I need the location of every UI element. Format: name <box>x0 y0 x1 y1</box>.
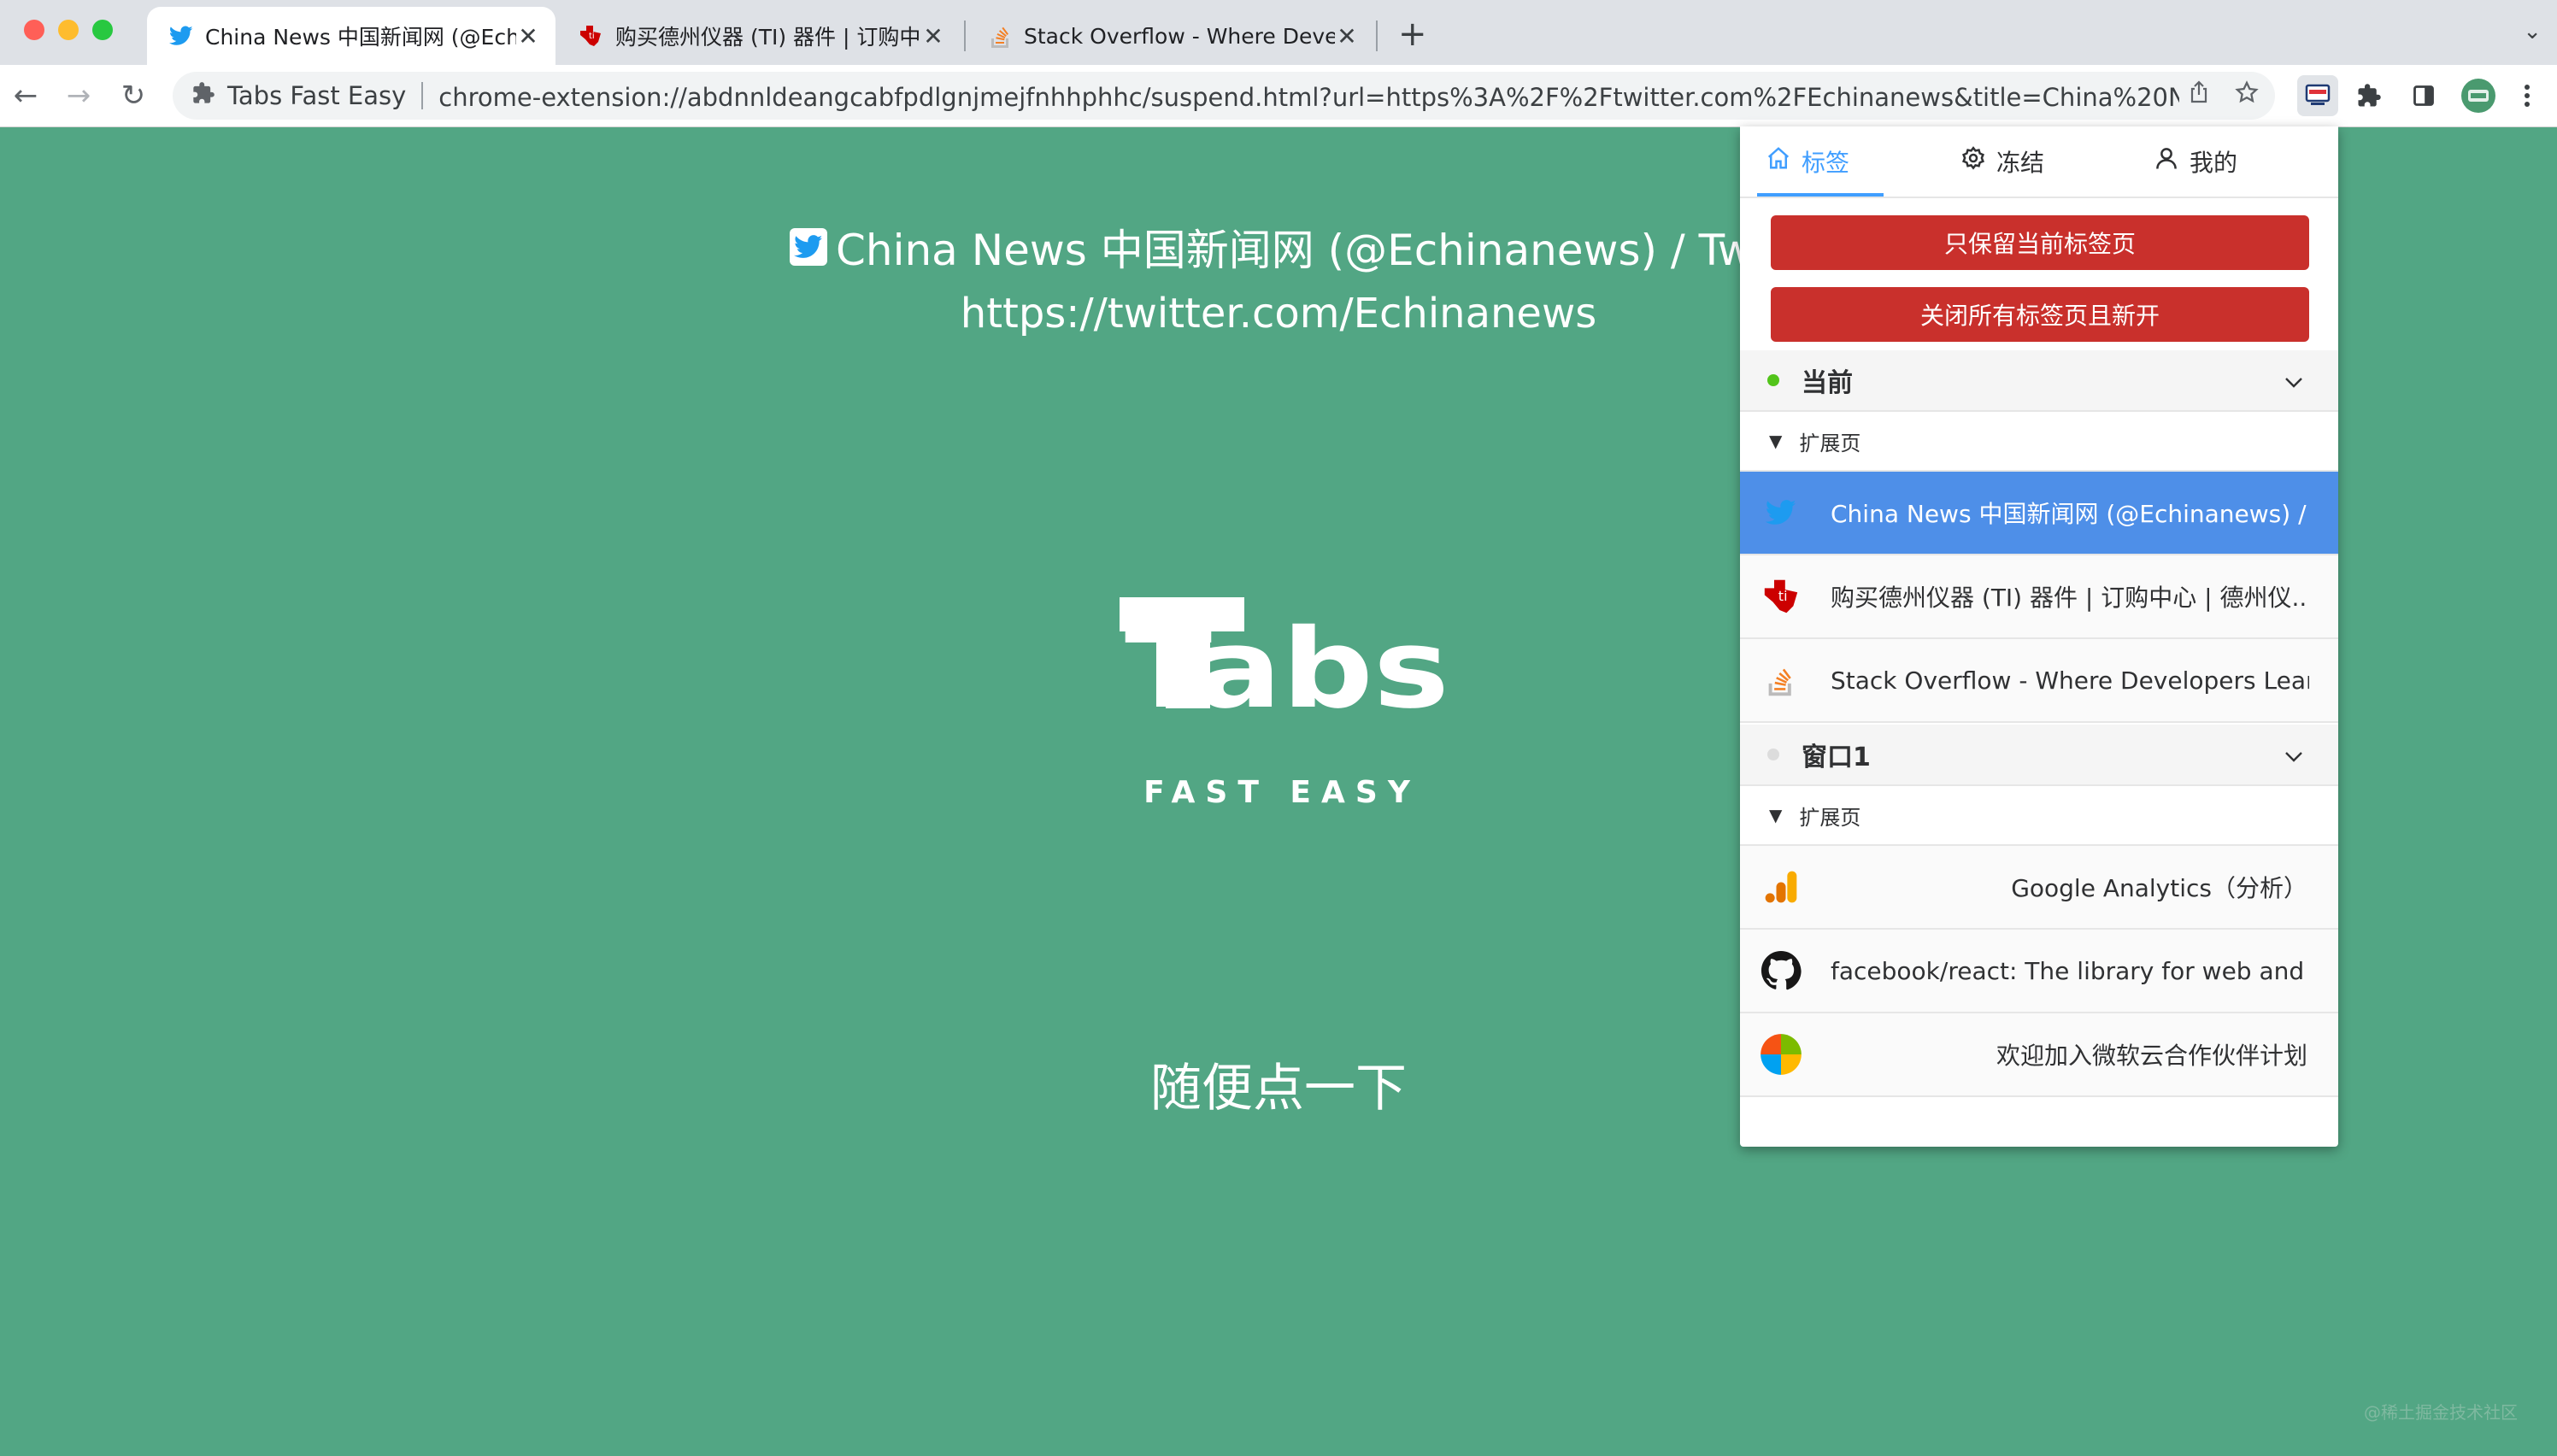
tab-close-icon[interactable]: ✕ <box>1335 22 1359 50</box>
toolbar: ← → ↻ Tabs Fast Easy chrome-extension://… <box>0 65 2557 127</box>
new-tab-button[interactable]: + <box>1398 15 1427 53</box>
keep-current-tab-button[interactable]: 只保留当前标签页 <box>1771 215 2309 270</box>
google-analytics-icon <box>1759 865 1803 909</box>
tab-separator <box>1376 21 1378 51</box>
microsoft-icon <box>1759 1032 1803 1077</box>
popup-tab-label: 标签 <box>1802 149 1850 177</box>
twitter-icon <box>169 26 193 45</box>
tab-strip: China News 中国新闻网 (@Echinanews) / Twitter… <box>0 0 2557 65</box>
tab-title: Stack Overflow - Where Developers Learn,… <box>1024 23 1335 49</box>
extension-popup: 标签 冻结 我的 只保留当前标签页 关闭所有标签页且新开 当前 ▼ 扩展页 Ch… <box>1740 126 2338 1147</box>
url-text[interactable]: chrome-extension://abdnnldeangcabfpdlgnj… <box>438 78 2179 114</box>
popup-tab-mine[interactable]: 我的 <box>2154 126 2237 197</box>
tab-row-title: Google Analytics（分析） <box>2011 874 2307 902</box>
tab-row[interactable]: Google Analytics（分析） <box>1740 846 2338 930</box>
gear-icon <box>1960 145 1986 178</box>
status-dot <box>1767 374 1779 386</box>
caret-down-icon: ▼ <box>1769 431 1783 451</box>
tab-title: China News 中国新闻网 (@Echinanews) / Twitter <box>205 25 516 50</box>
tab-row[interactable]: ti 购买德州仪器 (TI) 器件 | 订购中心 | 德州仪... <box>1740 555 2338 639</box>
popup-tab-tags[interactable]: 标签 <box>1766 126 1849 197</box>
twitter-icon <box>1759 490 1803 535</box>
logo-word: Tabs <box>1125 606 1449 733</box>
popup-tab-freeze[interactable]: 冻结 <box>1960 126 2044 197</box>
minimize-window-button[interactable] <box>58 20 79 40</box>
tab-separator <box>964 21 966 51</box>
page-title-text: China News 中国新闻网 (@Echinanews) / Twitter <box>836 226 1843 275</box>
tabs-fast-easy-logo: Tabs FAST EASY <box>1111 589 1453 948</box>
share-icon[interactable] <box>2179 80 2219 111</box>
logo-subtitle: FAST EASY <box>1143 775 1420 810</box>
subgroup-header[interactable]: ▼ 扩展页 <box>1740 786 2338 846</box>
group-header-current[interactable]: 当前 <box>1740 350 2338 412</box>
tab-row[interactable]: 欢迎加入微软云合作伙伴计划 <box>1740 1013 2338 1097</box>
tab-row-title: Stack Overflow - Where Developers Lear..… <box>1831 666 2309 695</box>
browser-tab-stackoverflow[interactable]: Stack Overflow - Where Developers Learn,… <box>967 7 1374 65</box>
twitter-icon <box>790 228 827 266</box>
close-window-button[interactable] <box>24 20 44 40</box>
tab-row[interactable]: China News 中国新闻网 (@Echinanews) / ... <box>1740 472 2338 555</box>
github-icon <box>1759 948 1803 993</box>
browser-window: China News 中国新闻网 (@Echinanews) / Twitter… <box>0 0 2557 1456</box>
svg-text:ti: ti <box>589 32 595 41</box>
tab-close-icon[interactable]: ✕ <box>921 22 945 50</box>
ti-icon: ti <box>580 26 601 46</box>
extension-name-chip: Tabs Fast Easy <box>227 81 407 110</box>
stackoverflow-icon <box>1759 658 1803 702</box>
active-tab-indicator <box>1757 193 1884 197</box>
popup-tab-label: 冻结 <box>1996 149 2045 177</box>
popup-tab-label: 我的 <box>2190 149 2238 177</box>
back-button[interactable]: ← <box>7 77 44 114</box>
subgroup-header[interactable]: ▼ 扩展页 <box>1740 412 2338 472</box>
status-dot <box>1767 749 1779 760</box>
maximize-window-button[interactable] <box>92 20 113 40</box>
tab-row[interactable]: facebook/react: The library for web and … <box>1740 930 2338 1013</box>
tab-row-title: facebook/react: The library for web and … <box>1831 956 2309 985</box>
caret-down-icon: ▼ <box>1769 805 1783 825</box>
stackoverflow-icon <box>991 26 1008 48</box>
popup-tabs: 标签 冻结 我的 <box>1740 126 2338 198</box>
omnibox-divider <box>421 82 424 109</box>
tab-close-icon[interactable]: ✕ <box>516 22 540 50</box>
watermark: @稀土掘金技术社区 <box>2364 1402 2518 1423</box>
address-bar[interactable]: Tabs Fast Easy chrome-extension://abdnnl… <box>173 72 2275 120</box>
bookmark-star-icon[interactable] <box>2227 80 2266 111</box>
group-name: 窗口1 <box>1802 743 1871 772</box>
group-name: 当前 <box>1802 368 1853 398</box>
svg-text:ti: ti <box>1778 588 1788 604</box>
extensions-puzzle-icon[interactable] <box>2348 75 2389 116</box>
close-all-tabs-button[interactable]: 关闭所有标签页且新开 <box>1771 287 2309 342</box>
tab-title: 购买德州仪器 (TI) 器件 | 订购中心 | 德州仪器 <box>615 25 921 50</box>
browser-tab-twitter[interactable]: China News 中国新闻网 (@Echinanews) / Twitter… <box>147 7 555 65</box>
tab-row[interactable]: Stack Overflow - Where Developers Lear..… <box>1740 639 2338 723</box>
more-menu-icon[interactable] <box>2514 75 2540 116</box>
tab-row-title: 购买德州仪器 (TI) 器件 | 订购中心 | 德州仪... <box>1831 584 2309 612</box>
chevron-down-icon[interactable] <box>2284 367 2304 395</box>
profile-avatar[interactable] <box>2458 75 2499 116</box>
ti-icon: ti <box>1759 574 1803 619</box>
chevron-down-icon[interactable] <box>2284 741 2304 769</box>
puzzle-icon <box>191 81 215 111</box>
user-icon <box>2154 145 2179 178</box>
side-panel-icon[interactable] <box>2403 75 2444 116</box>
forward-button[interactable]: → <box>60 77 97 114</box>
tabs-fast-easy-extension-icon[interactable] <box>2297 75 2338 116</box>
group-header-window1[interactable]: 窗口1 <box>1740 725 2338 786</box>
tab-search-button[interactable]: ⌄ <box>2523 19 2542 44</box>
home-icon <box>1766 145 1791 178</box>
reload-button[interactable]: ↻ <box>115 77 152 114</box>
subgroup-name: 扩展页 <box>1799 431 1861 455</box>
tab-row-title: China News 中国新闻网 (@Echinanews) / ... <box>1831 500 2309 528</box>
browser-tab-ti[interactable]: ti 购买德州仪器 (TI) 器件 | 订购中心 | 德州仪器 ✕ <box>555 7 961 65</box>
subgroup-name: 扩展页 <box>1799 805 1861 830</box>
page-title: China News 中国新闻网 (@Echinanews) / Twitter <box>790 216 1842 278</box>
tab-row-title: 欢迎加入微软云合作伙伴计划 <box>1996 1042 2307 1070</box>
